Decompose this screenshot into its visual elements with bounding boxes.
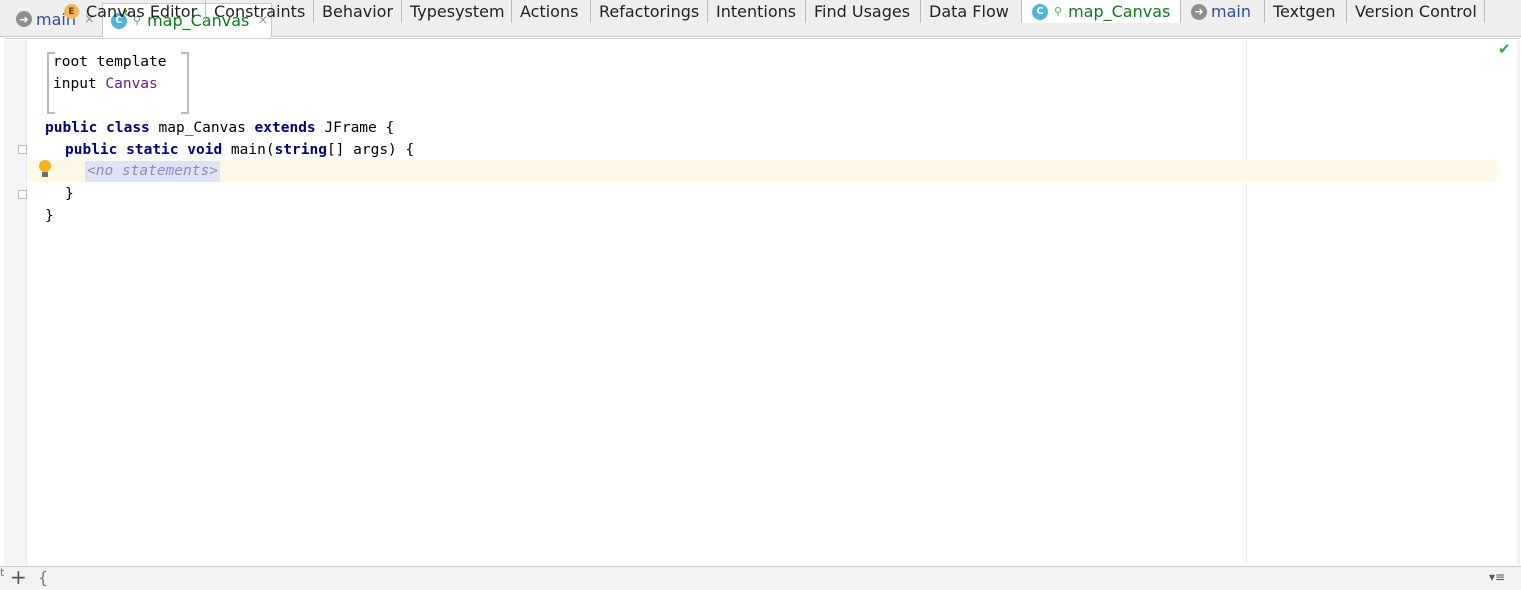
aspect-tab-data-flow[interactable]: Data Flow xyxy=(921,0,1022,23)
aspect-tab-textgen[interactable]: Textgen xyxy=(1265,0,1347,23)
right-margin-guide xyxy=(1246,40,1247,565)
code-line-method-declaration: public static void main(string[] args) { xyxy=(65,142,415,158)
fold-marker-method-end[interactable] xyxy=(18,190,27,199)
canvas-reference: Canvas xyxy=(105,76,158,92)
check-icon[interactable]: ✔ xyxy=(1498,40,1511,58)
fold-marker-method-start[interactable] xyxy=(18,145,27,154)
aspect-tab-version-control[interactable]: Version Control xyxy=(1347,0,1485,23)
aspect-tab-refactorings[interactable]: Refactorings xyxy=(591,0,708,23)
aspect-tab-behavior[interactable]: Behavior xyxy=(314,0,402,23)
link-icon: ⚲ xyxy=(1054,5,1063,18)
caret-row-highlight xyxy=(27,160,1497,182)
aspect-tab-bar xyxy=(0,566,1521,590)
brace-button[interactable]: { xyxy=(38,566,48,589)
add-aspect-button[interactable]: + xyxy=(10,566,27,589)
e-icon: E xyxy=(64,4,79,19)
aspect-tab-typesystem[interactable]: Typesystem xyxy=(402,0,512,23)
arrow-right-icon: ➜ xyxy=(1191,3,1207,20)
scrollbar-track[interactable] xyxy=(1517,40,1520,565)
aspect-tab-map-canvas[interactable]: C ⚲ map_Canvas xyxy=(1022,0,1181,23)
code-line-class-declaration: public class map_Canvas extends JFrame { xyxy=(45,120,395,136)
aspect-tab-constraints[interactable]: Constraints xyxy=(206,0,314,23)
aspect-tab-intentions[interactable]: Intentions xyxy=(708,0,806,23)
left-edge-mark: t xyxy=(0,566,5,579)
more-tabs-icon[interactable]: ▾≡ xyxy=(1489,566,1505,589)
code-line-input: input Canvas xyxy=(53,76,158,92)
aspect-tab-main[interactable]: ➜ main xyxy=(1181,0,1265,23)
code-line-method-close: } xyxy=(65,186,74,202)
aspect-tab-actions[interactable]: Actions xyxy=(512,0,591,23)
aspect-tab-find-usages[interactable]: Find Usages xyxy=(806,0,921,23)
code-line-class-close: } xyxy=(45,208,54,224)
aspect-tab-canvas-editor[interactable]: E Canvas Editor xyxy=(56,0,206,23)
code-line-root-template: root template xyxy=(53,54,167,70)
no-statements-placeholder[interactable]: <no statements> xyxy=(85,161,220,182)
editor-top-divider xyxy=(4,38,1520,39)
lightbulb-icon[interactable] xyxy=(38,160,52,178)
arrow-right-icon: ➜ xyxy=(16,11,32,27)
class-c-icon: C xyxy=(1032,3,1048,20)
editor-gutter[interactable] xyxy=(4,40,27,565)
